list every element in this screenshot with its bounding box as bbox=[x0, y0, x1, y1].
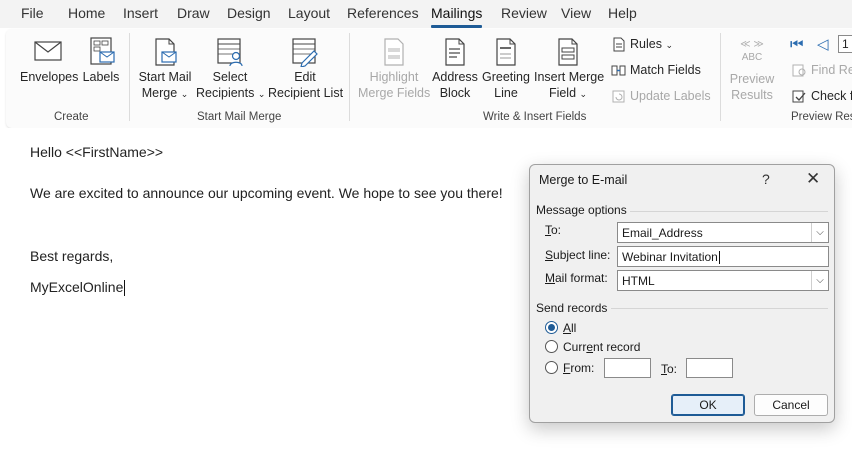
mail-format-select[interactable]: HTML ⌵ bbox=[617, 270, 829, 291]
group-label-create: Create bbox=[54, 111, 89, 123]
radio-from[interactable]: From: bbox=[545, 361, 594, 375]
section-divider bbox=[611, 308, 828, 309]
labels-icon bbox=[90, 37, 115, 65]
address-block-button[interactable]: Address Block bbox=[430, 37, 480, 101]
chevron-down-icon[interactable]: ⌵ bbox=[811, 271, 828, 290]
cancel-button[interactable]: Cancel bbox=[754, 394, 828, 416]
close-icon[interactable]: ✕ bbox=[806, 169, 820, 189]
menu-mailings[interactable]: Mailings bbox=[431, 5, 482, 21]
start-mail-merge-button[interactable]: Start Mail Merge ⌄ bbox=[136, 37, 194, 102]
select-recipients-button[interactable]: Select Recipients ⌄ bbox=[196, 37, 266, 102]
edit-list-icon bbox=[292, 38, 318, 67]
from-record-input[interactable] bbox=[604, 358, 651, 378]
to-label: To: bbox=[545, 223, 562, 237]
preview-abc-label: ABC bbox=[741, 52, 763, 63]
section-message-options: Message options bbox=[536, 203, 627, 217]
check-errors-button[interactable]: Check f bbox=[792, 89, 852, 104]
greeting-line-button[interactable]: Greeting Line bbox=[480, 37, 532, 101]
text-cursor bbox=[718, 251, 720, 265]
edit-recipient-list-button[interactable]: Edit Recipient List bbox=[268, 37, 343, 101]
group-separator bbox=[129, 33, 130, 121]
mail-format-label: Mail format: bbox=[545, 271, 608, 285]
chevron-down-icon: ⌄ bbox=[180, 89, 189, 99]
menu-references[interactable]: References bbox=[347, 5, 419, 21]
group-label-write-insert: Write & Insert Fields bbox=[483, 111, 587, 123]
start-mail-merge-icon bbox=[155, 38, 177, 66]
check-errors-icon bbox=[792, 90, 806, 103]
chevron-down-icon[interactable]: ⌵ bbox=[811, 223, 828, 242]
to-record-label: To: bbox=[661, 362, 678, 376]
document-line-greeting: Hello <<FirstName>> bbox=[30, 144, 164, 160]
to-record-input[interactable] bbox=[686, 358, 733, 378]
text-cursor bbox=[124, 280, 126, 297]
insert-merge-field-icon bbox=[558, 38, 578, 66]
previous-record-icon[interactable]: ◁ bbox=[817, 35, 829, 53]
menu-file[interactable]: File bbox=[21, 5, 44, 21]
preview-results-button[interactable]: ≪ ≫ ABC Preview Results bbox=[728, 39, 776, 103]
insert-merge-field-button[interactable]: Insert Merge Field ⌄ bbox=[534, 37, 604, 102]
greeting-line-icon bbox=[496, 38, 516, 66]
chevron-down-icon: ⌄ bbox=[257, 89, 266, 99]
highlight-merge-fields-button[interactable]: Highlight Merge Fields bbox=[358, 37, 430, 101]
menu-insert[interactable]: Insert bbox=[123, 5, 158, 21]
find-recipient-button[interactable]: Find Re bbox=[792, 63, 852, 78]
rules-button[interactable]: Rules ⌄ bbox=[611, 37, 673, 52]
dialog-title: Merge to E-mail bbox=[539, 173, 628, 187]
menu-draw[interactable]: Draw bbox=[177, 5, 210, 21]
preview-arrows-icon: ≪ ≫ bbox=[740, 39, 764, 50]
chevron-down-icon: ⌄ bbox=[665, 40, 673, 50]
address-block-icon bbox=[445, 38, 465, 66]
group-separator bbox=[720, 33, 721, 121]
labels-button[interactable]: Labels bbox=[82, 37, 120, 85]
radio-all-button[interactable] bbox=[545, 321, 558, 334]
section-send-records: Send records bbox=[536, 301, 608, 315]
section-divider bbox=[630, 211, 828, 212]
ok-button[interactable]: OK bbox=[671, 394, 745, 416]
ribbon: Envelopes Labels Create Start Mail Merge… bbox=[6, 29, 852, 128]
radio-from-button[interactable] bbox=[545, 361, 558, 374]
help-button[interactable]: ? bbox=[762, 171, 770, 187]
document-line-closing: Best regards, bbox=[30, 248, 114, 264]
rules-icon bbox=[613, 37, 625, 52]
subject-input[interactable]: Webinar Invitation bbox=[617, 246, 829, 267]
group-separator bbox=[349, 33, 350, 121]
to-select[interactable]: Email_Address ⌵ bbox=[617, 222, 829, 243]
chevron-down-icon: ⌄ bbox=[579, 89, 588, 99]
active-tab-indicator bbox=[431, 25, 482, 28]
radio-current-button[interactable] bbox=[545, 340, 558, 353]
match-fields-icon bbox=[611, 65, 626, 76]
envelope-icon bbox=[34, 41, 62, 61]
menu-home[interactable]: Home bbox=[68, 5, 105, 21]
menu-view[interactable]: View bbox=[561, 5, 591, 21]
menu-review[interactable]: Review bbox=[501, 5, 547, 21]
document-line-body: We are excited to announce our upcoming … bbox=[30, 185, 503, 201]
first-record-icon[interactable]: ⏮ bbox=[790, 36, 804, 53]
update-labels-icon bbox=[612, 90, 625, 103]
menu-design[interactable]: Design bbox=[227, 5, 271, 21]
group-label-preview: Preview Res bbox=[791, 111, 852, 123]
highlight-fields-icon bbox=[384, 38, 404, 66]
group-label-start-mail-merge: Start Mail Merge bbox=[197, 111, 282, 123]
update-labels-button[interactable]: Update Labels bbox=[611, 89, 711, 104]
radio-current-record[interactable]: Current record bbox=[545, 340, 640, 354]
subject-label: Subject line: bbox=[545, 248, 611, 262]
envelopes-button[interactable]: Envelopes bbox=[20, 37, 78, 85]
menu-bar: File Home Insert Draw Design Layout Refe… bbox=[0, 0, 852, 28]
select-recipients-icon bbox=[217, 38, 243, 67]
record-number-input[interactable]: 1 bbox=[838, 35, 852, 53]
find-icon bbox=[792, 64, 806, 77]
radio-all[interactable]: All bbox=[545, 321, 576, 335]
match-fields-button[interactable]: Match Fields bbox=[611, 63, 701, 78]
merge-to-email-dialog: Merge to E-mail ? ✕ Message options To: … bbox=[529, 164, 835, 423]
menu-help[interactable]: Help bbox=[608, 5, 637, 21]
document-line-signature: MyExcelOnline bbox=[30, 279, 126, 297]
menu-layout[interactable]: Layout bbox=[288, 5, 330, 21]
